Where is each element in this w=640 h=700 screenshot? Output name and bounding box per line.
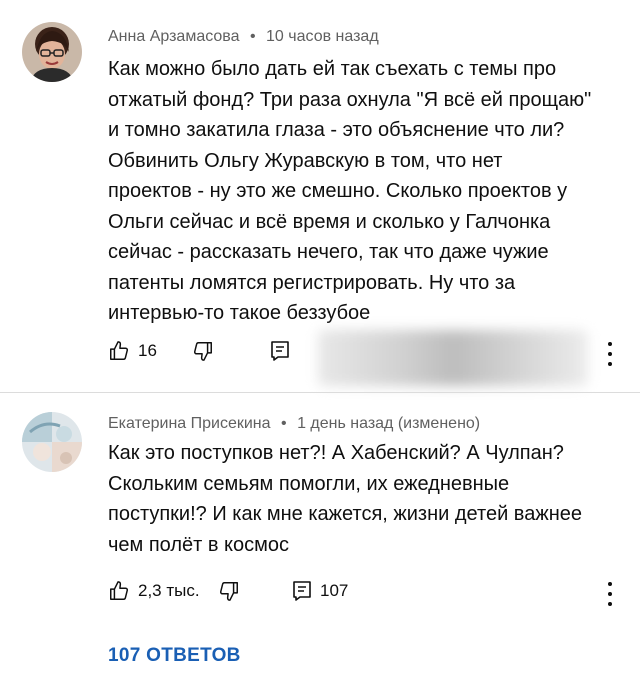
comment-text: Как это поступков нет?! А Хабенский? А Ч… — [108, 442, 582, 556]
thumb-down-icon — [219, 582, 238, 601]
dislike-button[interactable] — [218, 580, 240, 602]
reply-comment-icon — [271, 341, 289, 361]
comment-meta: Екатерина Присекина • 1 день назад (изме… — [108, 415, 480, 433]
reply-button[interactable] — [270, 340, 290, 362]
reply-button[interactable]: 107 — [292, 580, 348, 602]
dislike-button[interactable] — [192, 340, 214, 362]
like-button[interactable]: 2,3 тыс. — [108, 580, 200, 602]
thumb-up-icon — [110, 341, 129, 360]
comment-actions: 2,3 тыс. 107 — [0, 572, 640, 612]
thumb-up-icon — [110, 581, 129, 600]
comment-meta: Анна Арзамасова • 10 часов назад — [108, 28, 379, 46]
meta-separator: • — [281, 415, 287, 432]
comment-divider — [0, 392, 640, 393]
reply-count: 107 — [320, 581, 349, 600]
thumb-down-icon — [193, 342, 212, 361]
like-button[interactable]: 16 — [108, 340, 157, 362]
avatar-photo — [22, 22, 82, 82]
more-vert-icon[interactable] — [606, 342, 614, 366]
comment-time[interactable]: 1 день назад (изменено) — [297, 415, 480, 432]
more-vert-icon[interactable] — [606, 582, 614, 606]
blurred-area — [318, 330, 588, 386]
reply-comment-icon — [293, 581, 311, 601]
avatar-photo — [22, 412, 82, 472]
author-name[interactable]: Анна Арзамасова — [108, 28, 240, 45]
author-name[interactable]: Екатерина Присекина — [108, 415, 271, 432]
like-count: 2,3 тыс. — [138, 581, 200, 600]
meta-separator: • — [249, 28, 256, 45]
comment-time[interactable]: 10 часов назад — [266, 28, 379, 45]
view-replies-link[interactable]: 107 ОТВЕТОВ — [108, 645, 241, 667]
comment-text: Как можно было дать ей так съехать с тем… — [108, 58, 592, 324]
avatar[interactable] — [22, 22, 82, 82]
avatar[interactable] — [22, 412, 82, 472]
like-count: 16 — [138, 341, 157, 360]
